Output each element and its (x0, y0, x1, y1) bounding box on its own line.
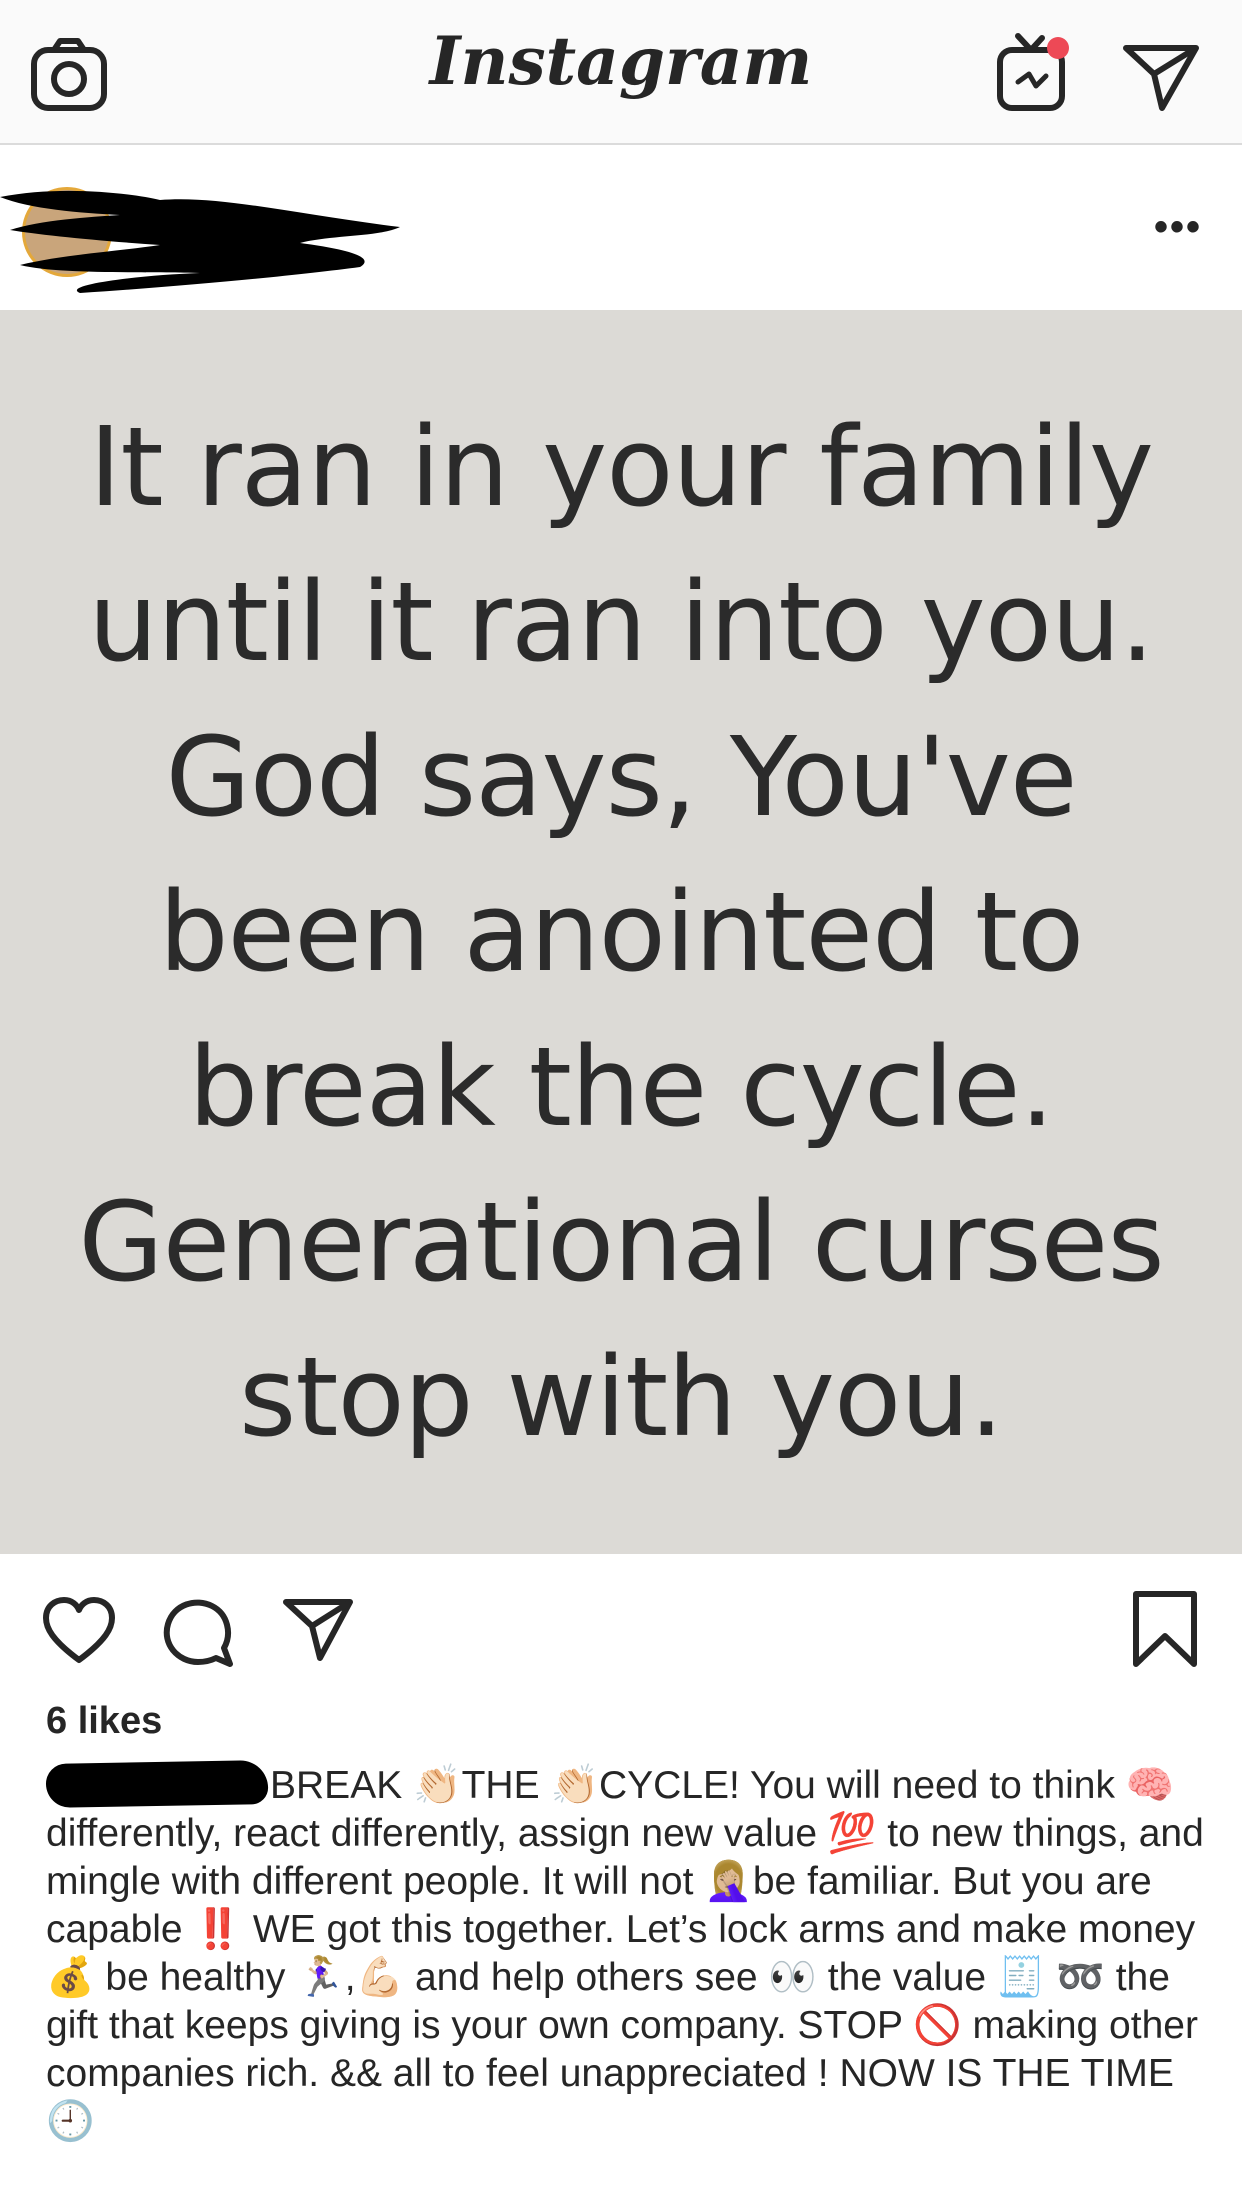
bookmark-icon[interactable] (1130, 1590, 1200, 1668)
redacted-caption-username (45, 1760, 269, 1808)
caption-text: BREAK 👏🏻THE 👏🏻CYCLE! You will need to th… (46, 1764, 1204, 2143)
notification-dot (1047, 37, 1069, 59)
igtv-icon[interactable] (996, 32, 1072, 114)
likes-count[interactable]: 6 likes (46, 1700, 162, 1743)
quote-text: It ran in your family until it ran into … (78, 403, 1164, 1461)
comment-icon[interactable] (162, 1596, 234, 1668)
post-header: ••• (0, 145, 1242, 310)
post-caption: BREAK 👏🏻THE 👏🏻CYCLE! You will need to th… (45, 1760, 1206, 2146)
top-nav-bar: Instagram (0, 0, 1242, 145)
post-action-bar (0, 1556, 1242, 1706)
redacted-username (0, 190, 400, 293)
share-icon[interactable] (282, 1596, 354, 1662)
heart-icon[interactable] (42, 1596, 116, 1666)
post-image[interactable]: It ran in your family until it ran into … (0, 310, 1242, 1554)
more-options-icon[interactable]: ••• (1154, 205, 1202, 250)
direct-message-icon[interactable] (1122, 42, 1200, 112)
